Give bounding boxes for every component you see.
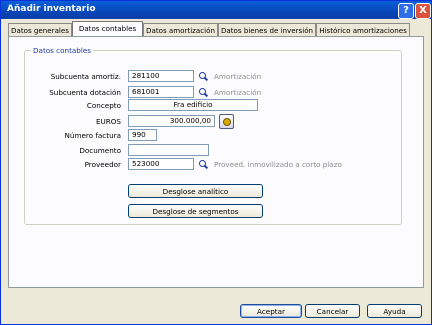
tab-historico-amortizaciones[interactable]: Histórico amortizaciones	[316, 23, 410, 37]
help-title-button[interactable]: ?	[398, 3, 414, 19]
search-icon[interactable]	[198, 72, 208, 82]
group-title: Datos contables	[31, 46, 94, 55]
title-bar[interactable]: Añadir inventario ? X	[1, 1, 431, 19]
search-icon[interactable]	[198, 88, 208, 98]
currency-button[interactable]	[219, 114, 234, 129]
search-icon[interactable]	[198, 160, 208, 170]
tab-strip: Datos generales Datos contables Datos am…	[8, 21, 410, 38]
numero-factura-label: Número factura	[64, 131, 121, 140]
documento-label: Documento	[79, 146, 121, 155]
dialog-window: Añadir inventario ? X Datos generales Da…	[0, 0, 432, 325]
proveedor-description: Proveed. inmovilizado a corto plazo	[214, 160, 342, 169]
euros-input[interactable]: 300.000,00	[128, 115, 215, 127]
subcuenta-dotacion-input[interactable]: 681001	[128, 86, 194, 98]
desglose-analitico-button[interactable]: Desglose analítico	[128, 184, 263, 198]
tab-datos-amortizacion[interactable]: Datos amortización	[143, 23, 218, 37]
window-title: Añadir inventario	[7, 4, 96, 14]
tab-datos-bienes-inversion[interactable]: Datos bienes de inversión	[218, 23, 316, 37]
euro-coin-icon	[223, 118, 231, 126]
aceptar-button[interactable]: Aceptar	[240, 304, 302, 318]
subcuenta-amortiz-label: Subcuenta amortiz.	[50, 72, 121, 81]
desglose-segmentos-button[interactable]: Desglose de segmentos	[128, 204, 263, 218]
subcuenta-amortiz-input[interactable]: 281100	[128, 70, 194, 82]
close-button[interactable]: X	[415, 3, 431, 19]
subcuenta-dotacion-description: Amortización	[214, 88, 262, 97]
cancelar-button[interactable]: Cancelar	[305, 304, 360, 318]
subcuenta-dotacion-label: Subcuenta dotación	[49, 88, 121, 97]
subcuenta-amortiz-description: Amortización	[214, 72, 262, 81]
tab-datos-generales[interactable]: Datos generales	[8, 23, 72, 37]
euros-label: EUROS	[95, 117, 121, 126]
proveedor-input[interactable]: 523000	[128, 158, 194, 170]
numero-factura-input[interactable]: 990	[128, 129, 157, 141]
documento-input[interactable]	[128, 144, 209, 156]
concepto-input[interactable]: Fra edificio	[128, 99, 258, 111]
proveedor-label: Proveedor	[84, 160, 121, 169]
ayuda-button[interactable]: Ayuda	[367, 304, 422, 318]
concepto-label: Concepto	[86, 101, 121, 110]
